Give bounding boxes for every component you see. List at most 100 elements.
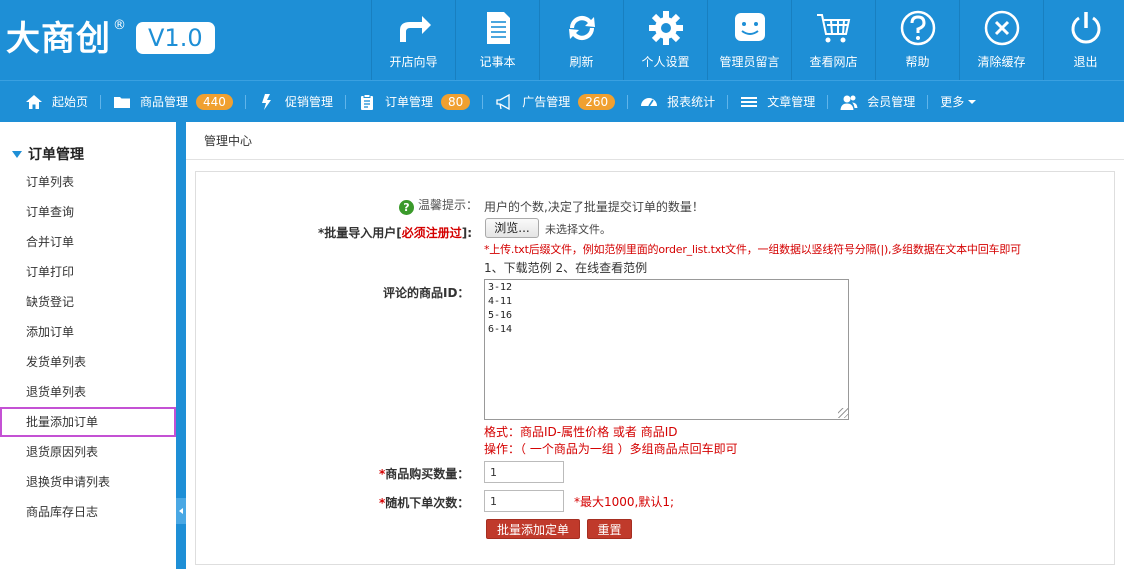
quantity-label: *商品购买数量： <box>379 465 469 482</box>
clipboard-icon <box>360 93 373 110</box>
sample-links[interactable]: 1、下载范例 2、在线查看范例 <box>484 259 647 276</box>
menu-item-label: 文章管理 <box>767 95 816 109</box>
list-icon <box>741 96 758 107</box>
sidebar-title-label: 订单管理 <box>28 147 84 163</box>
no-file-text: 未选择文件。 <box>545 223 611 236</box>
dashboard-icon <box>641 97 658 106</box>
power-icon <box>1071 12 1100 44</box>
import-users-label: *批量导入用户[必须注册过]: <box>318 224 472 241</box>
sidebar-item[interactable]: 批量添加订单 <box>0 407 176 437</box>
share-arrow-icon <box>399 16 431 42</box>
sidebar: 订单管理 订单列表 订单查询 合并订单 订单打印 缺货登记 添加订单 发货单列表 退货单列表批… <box>0 122 176 569</box>
quantity-input[interactable] <box>484 461 564 483</box>
resize-grip-icon[interactable] <box>838 408 848 418</box>
triangle-down-icon <box>12 150 22 158</box>
logo-registered-mark: ® <box>113 18 126 33</box>
import-label-suffix: ]: <box>461 226 473 240</box>
menu-item-label: 会员管理 <box>867 95 916 109</box>
menu-item-reports[interactable]: 报表统计 <box>640 81 729 123</box>
times-label-text: 随机下单次数： <box>385 496 470 510</box>
lightning-icon <box>261 93 271 110</box>
triangle-left-icon <box>179 508 183 514</box>
top-nav-open-store-guide[interactable]: 开店向导 <box>371 0 455 80</box>
count-badge: 440 <box>196 93 233 110</box>
cart-icon <box>816 14 850 43</box>
times-input[interactable] <box>484 490 564 512</box>
top-nav-help[interactable]: 帮助 <box>875 0 959 80</box>
gear-icon <box>648 11 683 45</box>
top-nav-label: 帮助 <box>905 55 930 69</box>
help-icon <box>900 10 935 46</box>
top-nav-view-store[interactable]: 查看网店 <box>791 0 875 80</box>
goods-ids-label: 评论的商品ID： <box>383 286 470 300</box>
menu-item-label: 起始页 <box>52 95 89 109</box>
top-nav-clear-cache[interactable]: 清除缓存 <box>959 0 1043 80</box>
top-nav-notepad[interactable]: 记事本 <box>455 0 539 80</box>
menu-item-home[interactable]: 起始页 <box>25 81 102 123</box>
top-nav: 开店向导 记事本 刷新 个人设置 管理员留言 查看网店 帮助 清除缓存 退出 <box>371 0 1124 80</box>
refresh-icon <box>568 15 595 41</box>
top-nav-admin-message[interactable]: 管理员留言 <box>707 0 791 80</box>
top-nav-label: 清除缓存 <box>977 55 1026 69</box>
chevron-down-icon <box>968 99 977 104</box>
sidebar-item[interactable]: 商品库存日志 <box>0 497 176 527</box>
top-nav-label: 退出 <box>1073 55 1098 69</box>
chat-smile-icon <box>734 13 765 41</box>
sidebar-item[interactable]: 订单查询 <box>0 197 176 227</box>
menu-item-articles[interactable]: 文章管理 <box>740 81 829 123</box>
times-hint-text: *最大1000,默认1; <box>574 495 675 509</box>
breadcrumb: 管理中心 <box>186 122 1124 160</box>
count-badge: 260 <box>578 93 616 110</box>
sidebar-item[interactable]: 缺货登记 <box>0 287 176 317</box>
sidebar-item[interactable]: 合并订单 <box>0 227 176 257</box>
sidebar-section-title[interactable]: 订单管理 <box>12 144 84 164</box>
menu-item-members[interactable]: 会员管理 <box>840 81 929 123</box>
menu-item-more[interactable]: 更多 <box>940 81 989 123</box>
logo-text: 大商创 <box>6 19 111 59</box>
must-registered-text: 必须注册过 <box>401 226 462 240</box>
main-menu: 起始页 商品管理 440 促销管理 订单管理 80 广告管理 260 报表统计 … <box>0 80 1124 122</box>
menu-item-promotion[interactable]: 促销管理 <box>258 81 346 123</box>
menu-item-label: 商品管理 <box>140 95 189 109</box>
menu-item-orders[interactable]: 订单管理 80 <box>358 81 484 123</box>
sidebar-item[interactable]: 退货原因列表 <box>0 437 176 467</box>
top-nav-refresh[interactable]: 刷新 <box>539 0 623 80</box>
sidebar-collapse-button[interactable] <box>176 498 186 524</box>
top-nav-label: 查看网店 <box>809 55 858 69</box>
menu-item-goods[interactable]: 商品管理 440 <box>113 81 246 123</box>
tip-label-wrap: ? 温馨提示： <box>399 196 478 215</box>
reset-button[interactable]: 重置 <box>587 519 632 539</box>
menu-item-ads[interactable]: 广告管理 260 <box>495 81 629 123</box>
menu-item-label: 更多 <box>940 95 965 109</box>
top-nav-label: 刷新 <box>569 55 594 69</box>
home-icon <box>26 94 42 109</box>
tip-text: 用户的个数,决定了批量提交订单的数量！ <box>484 200 704 214</box>
notepad-icon <box>486 12 510 44</box>
menu-item-label: 促销管理 <box>284 95 333 109</box>
menu-item-label: 广告管理 <box>522 95 571 109</box>
operation-hint: 操作：（ 一个商品为一组 ）多组商品点回车即可 <box>484 442 738 456</box>
sidebar-item[interactable]: 发货单列表 <box>0 347 176 377</box>
brand-logo[interactable]: 大商创 ® V1.0 <box>6 14 215 64</box>
megaphone-icon <box>496 93 510 110</box>
users-icon <box>840 95 858 110</box>
sidebar-item[interactable]: 添加订单 <box>0 317 176 347</box>
menu-item-label: 报表统计 <box>667 95 716 109</box>
sidebar-item[interactable]: 订单列表 <box>0 167 176 197</box>
sidebar-item[interactable]: 退换货申请列表 <box>0 467 176 497</box>
batch-add-order-button[interactable]: 批量添加定单 <box>486 519 580 539</box>
browse-file-button[interactable]: 浏览... <box>485 218 539 238</box>
count-badge: 80 <box>440 93 471 110</box>
top-nav-personal-settings[interactable]: 个人设置 <box>623 0 707 80</box>
question-icon: ? <box>399 200 414 215</box>
sidebar-item[interactable]: 退货单列表 <box>0 377 176 407</box>
top-nav-label: 开店向导 <box>389 55 438 69</box>
goods-ids-textarea[interactable] <box>484 279 849 420</box>
folder-icon <box>114 96 131 108</box>
import-label-prefix: *批量导入用户[ <box>318 226 402 240</box>
top-nav-logout[interactable]: 退出 <box>1043 0 1124 80</box>
close-circle-icon <box>984 10 1019 46</box>
sidebar-item[interactable]: 订单打印 <box>0 257 176 287</box>
format-hint: 格式：商品ID-属性价格 或者 商品ID <box>484 425 678 439</box>
top-nav-label: 管理员留言 <box>719 55 780 69</box>
